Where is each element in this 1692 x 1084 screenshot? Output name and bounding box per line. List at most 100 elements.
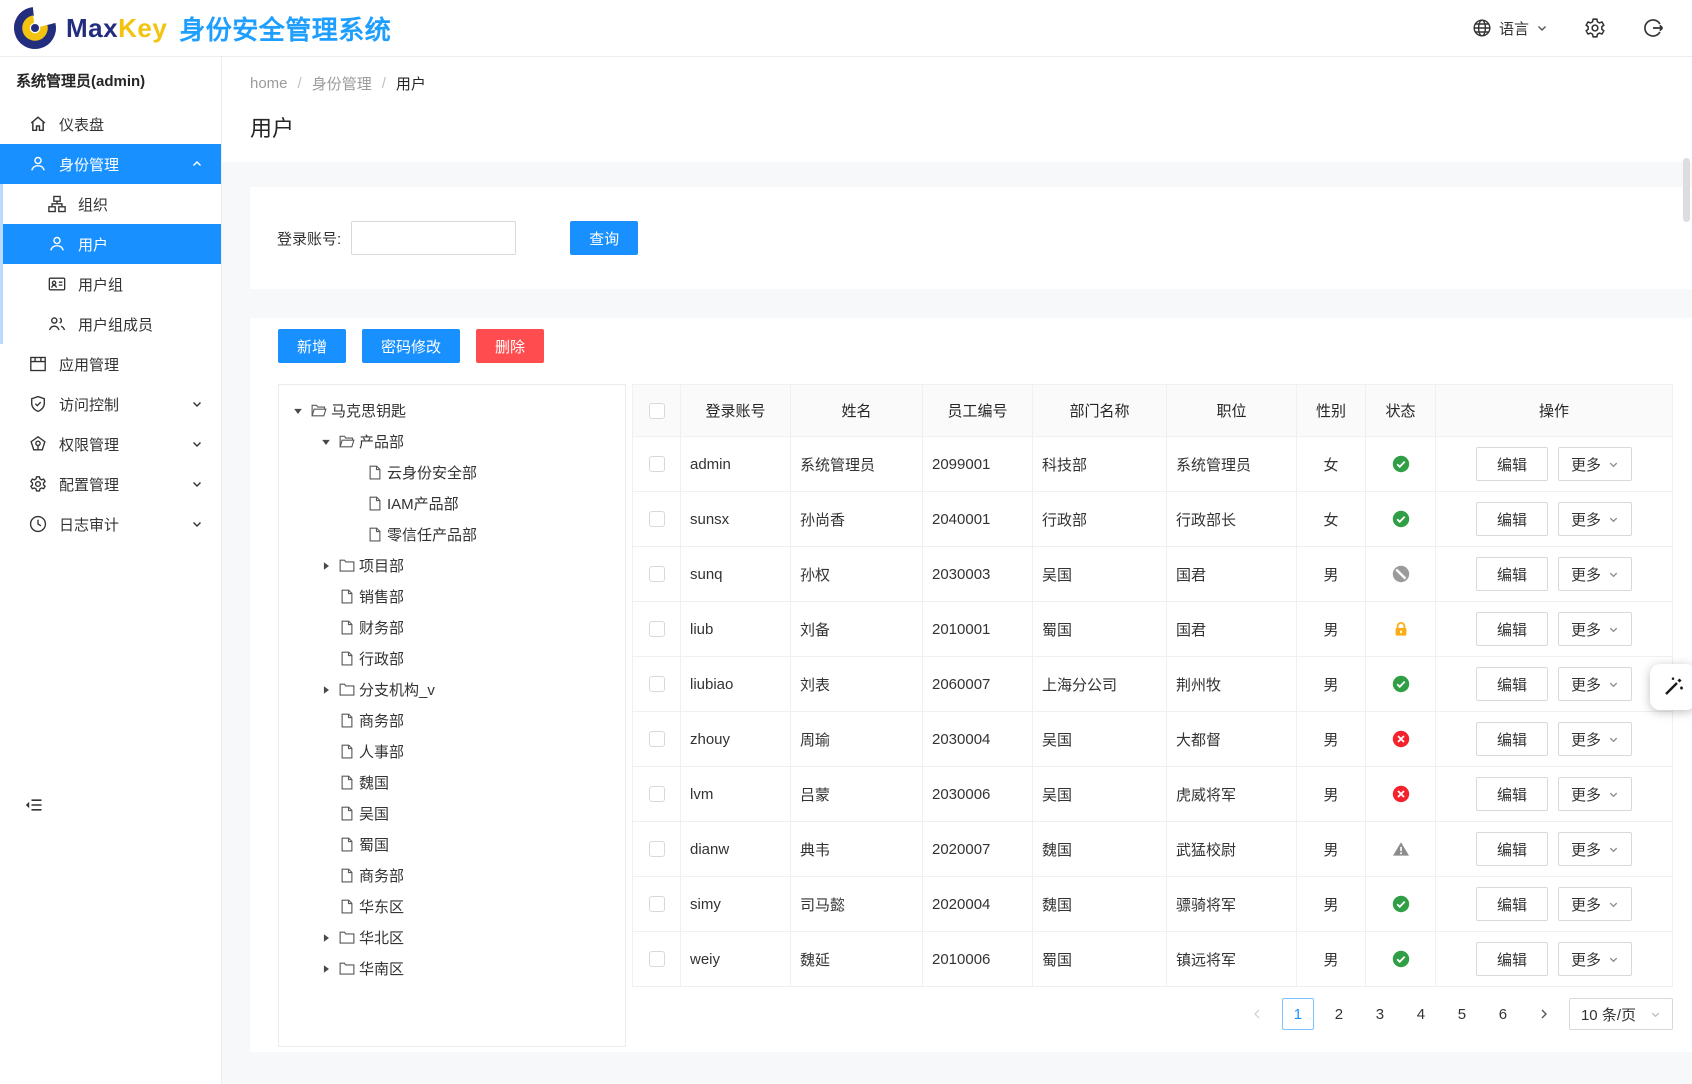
edit-button[interactable]: 编辑: [1476, 667, 1548, 701]
caret-right-icon[interactable]: [321, 933, 339, 943]
tree-node[interactable]: 零信任产品部: [279, 519, 625, 550]
sidebar-item-user-group-members[interactable]: 用户组成员: [0, 304, 221, 344]
tree-node[interactable]: 销售部: [279, 581, 625, 612]
sidebar-item-organizations[interactable]: 组织: [0, 184, 221, 224]
tree-node[interactable]: 华南区: [279, 953, 625, 984]
breadcrumb-identity[interactable]: 身份管理: [312, 73, 372, 94]
tree-node[interactable]: 华东区: [279, 891, 625, 922]
row-checkbox[interactable]: [649, 786, 665, 802]
pagination-next-button[interactable]: [1528, 998, 1560, 1030]
tree-node[interactable]: 财务部: [279, 612, 625, 643]
more-dropdown-button[interactable]: 更多: [1558, 722, 1632, 756]
edit-button[interactable]: 编辑: [1476, 447, 1548, 481]
cell-position: 行政部长: [1167, 492, 1297, 547]
sidebar-item-dashboard[interactable]: 仪表盘: [0, 104, 221, 144]
menu-fold-icon[interactable]: [24, 795, 44, 815]
edit-button[interactable]: 编辑: [1476, 887, 1548, 921]
tree-node[interactable]: 蜀国: [279, 829, 625, 860]
more-dropdown-button[interactable]: 更多: [1558, 612, 1632, 646]
caret-right-icon[interactable]: [321, 685, 339, 695]
tree-node[interactable]: 行政部: [279, 643, 625, 674]
tree-node[interactable]: 商务部: [279, 860, 625, 891]
settings-gear-icon[interactable]: [1584, 17, 1606, 39]
row-checkbox[interactable]: [649, 511, 665, 527]
more-dropdown-button[interactable]: 更多: [1558, 502, 1632, 536]
login-account-input[interactable]: [351, 221, 516, 255]
edit-button[interactable]: 编辑: [1476, 502, 1548, 536]
more-dropdown-button[interactable]: 更多: [1558, 942, 1632, 976]
more-dropdown-button[interactable]: 更多: [1558, 832, 1632, 866]
row-checkbox[interactable]: [649, 841, 665, 857]
tree-node[interactable]: 产品部: [279, 426, 625, 457]
folder-icon: [339, 682, 356, 698]
scrollbar-thumb[interactable]: [1683, 158, 1690, 222]
pagination-page-4[interactable]: 4: [1405, 998, 1437, 1030]
sidebar-item-user-groups[interactable]: 用户组: [0, 264, 221, 304]
sidebar-item-access-control[interactable]: 访问控制: [0, 384, 221, 424]
more-dropdown-button[interactable]: 更多: [1558, 887, 1632, 921]
tree-node[interactable]: 项目部: [279, 550, 625, 581]
change-password-button[interactable]: 密码修改: [362, 329, 460, 363]
edit-button[interactable]: 编辑: [1476, 942, 1548, 976]
pagination-page-3[interactable]: 3: [1364, 998, 1396, 1030]
tree-node[interactable]: 魏国: [279, 767, 625, 798]
page-size-value: 10 条/页: [1581, 1004, 1636, 1025]
tree-node[interactable]: 云身份安全部: [279, 457, 625, 488]
cell-employee-no: 2020004: [923, 877, 1033, 932]
more-dropdown-button[interactable]: 更多: [1558, 557, 1632, 591]
more-dropdown-button[interactable]: 更多: [1558, 447, 1632, 481]
tree-node[interactable]: 商务部: [279, 705, 625, 736]
chevron-down-icon: [1608, 899, 1619, 910]
language-menu[interactable]: 语言: [1472, 18, 1548, 39]
row-checkbox[interactable]: [649, 456, 665, 472]
idcard-icon: [48, 275, 66, 293]
pagination-page-2[interactable]: 2: [1323, 998, 1355, 1030]
sidebar-item-config-management[interactable]: 配置管理: [0, 464, 221, 504]
sidebar-item-users[interactable]: 用户: [0, 224, 221, 264]
sidebar-item-permission-management[interactable]: 权限管理: [0, 424, 221, 464]
edit-button[interactable]: 编辑: [1476, 612, 1548, 646]
cell-status: [1366, 932, 1436, 987]
row-checkbox[interactable]: [649, 896, 665, 912]
add-button[interactable]: 新增: [278, 329, 346, 363]
edit-button[interactable]: 编辑: [1476, 557, 1548, 591]
more-dropdown-button[interactable]: 更多: [1558, 667, 1632, 701]
edit-button[interactable]: 编辑: [1476, 777, 1548, 811]
select-all-cell: [633, 385, 681, 437]
edit-button[interactable]: 编辑: [1476, 722, 1548, 756]
sidebar-item-app-management[interactable]: 应用管理: [0, 344, 221, 384]
tree-node[interactable]: 人事部: [279, 736, 625, 767]
tree-node[interactable]: 马克思钥匙: [279, 395, 625, 426]
logout-icon[interactable]: [1642, 17, 1664, 39]
edit-button[interactable]: 编辑: [1476, 832, 1548, 866]
row-checkbox[interactable]: [649, 676, 665, 692]
tree-node[interactable]: 华北区: [279, 922, 625, 953]
sidebar-item-identity-management[interactable]: 身份管理: [0, 144, 221, 184]
magic-wand-floating-button[interactable]: [1650, 664, 1692, 710]
breadcrumb-home[interactable]: home: [250, 75, 288, 92]
cell-name: 司马懿: [791, 877, 923, 932]
page-size-select[interactable]: 10 条/页: [1569, 998, 1673, 1030]
delete-button[interactable]: 删除: [476, 329, 544, 363]
tree-node[interactable]: 分支机构_v: [279, 674, 625, 705]
query-button[interactable]: 查询: [570, 221, 638, 255]
column-header: 性别: [1297, 385, 1366, 437]
more-dropdown-button[interactable]: 更多: [1558, 777, 1632, 811]
select-all-checkbox[interactable]: [649, 403, 665, 419]
row-checkbox[interactable]: [649, 731, 665, 747]
caret-right-icon[interactable]: [321, 561, 339, 571]
pagination-page-1[interactable]: 1: [1282, 998, 1314, 1030]
row-checkbox[interactable]: [649, 566, 665, 582]
cell-name: 刘表: [791, 657, 923, 712]
caret-right-icon[interactable]: [321, 964, 339, 974]
pagination-page-6[interactable]: 6: [1487, 998, 1519, 1030]
pagination-prev-button[interactable]: [1241, 998, 1273, 1030]
pagination-page-5[interactable]: 5: [1446, 998, 1478, 1030]
row-checkbox[interactable]: [649, 951, 665, 967]
tree-node[interactable]: 吴国: [279, 798, 625, 829]
row-checkbox[interactable]: [649, 621, 665, 637]
sidebar-item-log-audit[interactable]: 日志审计: [0, 504, 221, 544]
caret-down-icon[interactable]: [293, 406, 311, 416]
caret-down-icon[interactable]: [321, 437, 339, 447]
tree-node[interactable]: IAM产品部: [279, 488, 625, 519]
